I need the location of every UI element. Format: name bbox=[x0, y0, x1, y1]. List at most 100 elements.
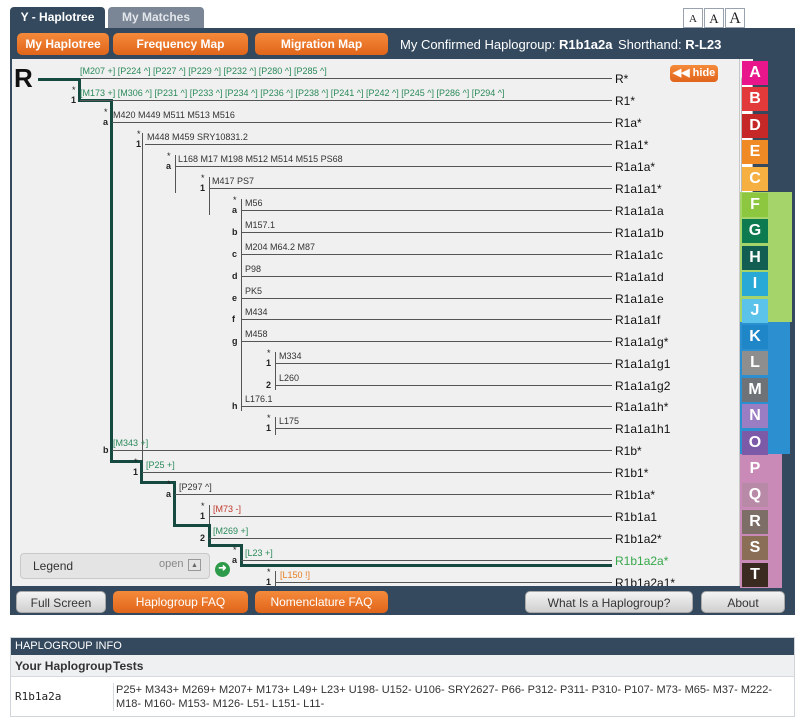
haplogroup-letter-f[interactable]: F bbox=[742, 193, 768, 217]
branch-star: * bbox=[134, 457, 138, 467]
my-haplogroup-path bbox=[110, 99, 113, 462]
branch-index: c bbox=[232, 249, 238, 259]
haplogroup-label[interactable]: R1b1a1 bbox=[615, 510, 657, 524]
branch-line bbox=[209, 516, 612, 517]
haplogroup-label[interactable]: R1a1a1a bbox=[615, 204, 664, 218]
haplogroup-label[interactable]: R1a1a* bbox=[615, 160, 655, 174]
haplogroup-label[interactable]: R1a1a1c bbox=[615, 248, 663, 262]
branch-markers: [M207 +] [P224 ^] [P227 ^] [P229 ^] [P23… bbox=[80, 66, 327, 76]
haplogroup-label[interactable]: R1b1* bbox=[615, 466, 648, 480]
haplogroup-label[interactable]: R1a1a1g2 bbox=[615, 379, 670, 393]
branch-index: 2 bbox=[200, 533, 206, 543]
haplogroup-letter-m[interactable]: M bbox=[742, 377, 768, 402]
haplogroup-label[interactable]: R1b* bbox=[615, 444, 642, 458]
tab-y-haplotree[interactable]: Y - Haplotree bbox=[10, 7, 105, 28]
branch-markers: M157.1 bbox=[245, 220, 276, 230]
my-haplogroup-path bbox=[208, 544, 243, 547]
full-screen-button[interactable]: Full Screen bbox=[16, 591, 106, 613]
legend-open-label[interactable]: open bbox=[159, 558, 183, 570]
branch-index: 2 bbox=[266, 380, 272, 390]
branch-index: 1 bbox=[200, 511, 206, 521]
branch-index: b bbox=[232, 227, 238, 237]
legend-label: Legend bbox=[33, 559, 74, 573]
haplogroup-label[interactable]: R1b1a2* bbox=[615, 532, 662, 546]
haplogroup-letter-p[interactable]: P bbox=[742, 457, 768, 481]
haplogroup-label[interactable]: R1a1a1g* bbox=[615, 335, 668, 349]
tree-connector bbox=[175, 155, 176, 193]
haplogroup-label-mine[interactable]: R1b1a2a* bbox=[615, 554, 668, 568]
haplotree-canvas[interactable]: R [M207 +] [P224 ^] [P227 ^] [P229 ^] [P… bbox=[12, 59, 739, 586]
branch-star: * bbox=[137, 129, 141, 139]
tree-connector bbox=[209, 177, 210, 215]
haplogroup-label[interactable]: R* bbox=[615, 72, 628, 86]
branch-markers: [M269 +] bbox=[213, 526, 249, 536]
haplogroup-letter-b[interactable]: B bbox=[742, 87, 768, 112]
branch-markers: [M173 +] [M306 ^] [P231 ^] [P233 ^] [P23… bbox=[80, 88, 505, 98]
haplogroup-label[interactable]: R1a1a1h1 bbox=[615, 422, 670, 436]
haplogroup-label[interactable]: R1a1* bbox=[615, 138, 648, 152]
col-your-haplogroup: Your Haplogroup bbox=[15, 659, 113, 673]
font-size-large-button[interactable]: A bbox=[725, 8, 745, 28]
confirmed-label: My Confirmed Haplogroup: bbox=[400, 37, 556, 52]
haplogroup-label[interactable]: R1b1a* bbox=[615, 488, 655, 502]
hide-button[interactable]: ◀◀ hide bbox=[670, 65, 718, 82]
branch-star: * bbox=[201, 173, 205, 183]
haplogroup-letter-o[interactable]: O bbox=[742, 430, 768, 455]
branch-star: * bbox=[267, 348, 271, 358]
branch-markers: M420 M449 M511 M513 M516 bbox=[113, 110, 235, 120]
haplogroup-letter-c[interactable]: C bbox=[742, 166, 768, 191]
frequency-map-button[interactable]: Frequency Map bbox=[113, 33, 248, 55]
haplogroup-letter-e[interactable]: E bbox=[742, 140, 768, 165]
haplogroup-letter-t[interactable]: T bbox=[742, 562, 768, 587]
branch-line bbox=[241, 210, 612, 211]
haplogroup-letter-d[interactable]: D bbox=[742, 113, 768, 138]
haplogroup-letter-h[interactable]: H bbox=[742, 245, 768, 270]
branch-line bbox=[241, 319, 612, 320]
haplogroup-label[interactable]: R1a1a1b bbox=[615, 226, 664, 240]
branch-star: * bbox=[233, 545, 237, 555]
info-header: HAPLOGROUP INFO bbox=[11, 638, 794, 655]
haplogroup-letter-n[interactable]: N bbox=[742, 404, 768, 429]
about-button[interactable]: About bbox=[701, 591, 785, 613]
nomenclature-faq-button[interactable]: Nomenclature FAQ bbox=[255, 591, 388, 613]
haplogroup-label[interactable]: R1* bbox=[615, 94, 635, 108]
haplogroup-label[interactable]: R1a1a1e bbox=[615, 292, 664, 306]
haplogroup-label[interactable]: R1a1a1f bbox=[615, 313, 660, 327]
haplogroup-letter-s[interactable]: S bbox=[742, 536, 768, 561]
legend-panel[interactable]: Legend open ▲ bbox=[20, 553, 210, 579]
haplogroup-letter-r[interactable]: R bbox=[742, 509, 768, 534]
branch-markers: M204 M64.2 M87 bbox=[245, 242, 316, 252]
haplogroup-letter-g[interactable]: G bbox=[742, 219, 768, 244]
font-size-medium-button[interactable]: A bbox=[704, 8, 724, 28]
branch-line bbox=[145, 144, 612, 145]
branch-line bbox=[241, 232, 612, 233]
haplogroup-label[interactable]: R1a1a1h* bbox=[615, 400, 668, 414]
haplogroup-label[interactable]: R1a1a1g1 bbox=[615, 357, 670, 371]
haplogroup-letter-k[interactable]: K bbox=[742, 325, 768, 349]
branch-markers: M334 bbox=[279, 351, 302, 361]
shorthand-label: Shorthand: bbox=[618, 37, 682, 52]
root-label: R bbox=[14, 63, 33, 93]
haplogroup-faq-button[interactable]: Haplogroup FAQ bbox=[113, 591, 248, 613]
haplogroup-letter-l[interactable]: L bbox=[742, 351, 768, 376]
font-size-small-button[interactable]: A bbox=[683, 8, 703, 28]
haplogroup-label[interactable]: R1a1a1d bbox=[615, 270, 664, 284]
branch-markers: M458 bbox=[245, 329, 268, 339]
what-is-haplogroup-button[interactable]: What Is a Haplogroup? bbox=[525, 591, 693, 613]
branch-line bbox=[241, 298, 612, 299]
my-haplotree-button[interactable]: My Haplotree bbox=[17, 33, 109, 55]
tab-my-matches[interactable]: My Matches bbox=[108, 7, 204, 28]
branch-line bbox=[209, 188, 612, 189]
col-tests: Tests bbox=[113, 659, 144, 673]
migration-map-button[interactable]: Migration Map bbox=[255, 33, 388, 55]
haplogroup-letter-i[interactable]: I bbox=[742, 272, 768, 297]
haplogroup-letter-a[interactable]: A bbox=[742, 61, 768, 85]
haplogroup-letter-j[interactable]: J bbox=[742, 298, 768, 323]
branch-line bbox=[241, 406, 612, 407]
haplogroup-label[interactable]: R1a1a1* bbox=[615, 182, 662, 196]
expand-icon[interactable]: ▲ bbox=[188, 559, 201, 571]
haplogroup-label[interactable]: R1b1a2a1* bbox=[615, 576, 675, 586]
info-haplogroup-value: R1b1a2a bbox=[15, 690, 62, 703]
haplogroup-label[interactable]: R1a* bbox=[615, 116, 642, 130]
haplogroup-letter-q[interactable]: Q bbox=[742, 483, 768, 508]
